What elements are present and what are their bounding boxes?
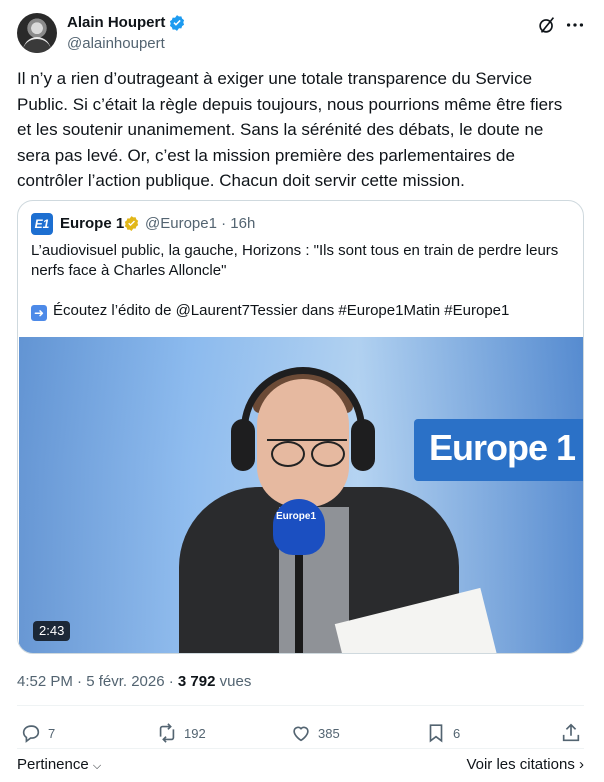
sort-label: Pertinence (17, 756, 89, 773)
chevron-right-icon: › (579, 756, 584, 773)
views-label: vues (215, 673, 252, 690)
reply-count: 7 (48, 725, 56, 741)
tweet-line: contrôler l’action publique. Chacun doit… (17, 171, 465, 190)
heart-icon (293, 726, 309, 742)
tweet-timestamp[interactable]: 4:52 PM · 5 févr. 2026 · 3 792 vues (17, 673, 251, 690)
quoted-tweet[interactable]: E1 Europe 1 @Europe1 · 16h L’audiovisuel… (17, 200, 584, 654)
tweet-line: Public. Si c’était la règle depuis toujo… (17, 94, 563, 114)
headphones-left (231, 419, 255, 471)
repost-icon (159, 723, 175, 743)
author-avatar[interactable] (17, 13, 57, 53)
quoted-line: nerfs face à Charles Alloncle" (31, 262, 227, 279)
bookmark-button[interactable]: 6 (425, 722, 460, 744)
headphones-right (351, 419, 375, 471)
author-name[interactable]: Alain Houpert (67, 14, 165, 31)
timestamp-date[interactable]: 4:52 PM · 5 févr. 2026 · (17, 673, 178, 690)
author-handle[interactable]: @alainhoupert (67, 35, 165, 52)
gold-verified-badge-icon (124, 216, 139, 231)
grok-icon[interactable] (536, 14, 558, 36)
like-count: 385 (318, 725, 340, 741)
citations-label: Voir les citations (466, 756, 575, 773)
presenter-glasses (267, 439, 347, 467)
video-duration: 2:43 (33, 621, 71, 641)
sort-relevance-dropdown[interactable]: Pertinence ⌵ (17, 756, 101, 773)
more-options-icon[interactable] (564, 14, 586, 36)
verified-badge-icon (169, 15, 185, 31)
divider (17, 748, 584, 749)
quoted-handle-time: @Europe1 · 16h (145, 215, 256, 232)
share-button[interactable] (560, 722, 588, 744)
reply-icon (22, 725, 40, 743)
reply-button[interactable]: 7 (20, 722, 55, 744)
bookmark-icon (429, 724, 443, 743)
view-quotes-link[interactable]: Voir les citations › (466, 756, 584, 773)
tweet-text: Il n’y a rien d’outrageant à exiger une … (17, 66, 587, 194)
microphone-label: Europe1 (276, 511, 317, 522)
tweet-line: sera pas levé. Or, c’est la mission prem… (17, 145, 515, 165)
repost-button[interactable]: 192 (156, 722, 206, 744)
quoted-link-text: Écoutez l’édito de @Laurent7Tessier dans… (53, 302, 510, 319)
like-button[interactable]: 385 (290, 722, 340, 744)
video-player[interactable]: Europe 1 Europe1 2:43 (19, 337, 583, 653)
views-count: 3 792 (177, 673, 216, 690)
quoted-line: L’audiovisuel public, la gauche, Horizon… (31, 242, 559, 259)
europe1-sign-text: Europe 1 (429, 427, 576, 468)
tweet-line: Il n’y a rien d’outrageant à exiger une … (17, 69, 533, 88)
divider (17, 705, 584, 706)
microphone-stand (295, 553, 303, 653)
arrow-right-icon: ➜ (31, 305, 47, 321)
share-icon (562, 723, 580, 742)
repost-count: 192 (184, 725, 206, 741)
quoted-text: L’audiovisuel public, la gauche, Horizon… (31, 241, 558, 321)
quoted-link-line: ➜ Écoutez l’édito de @Laurent7Tessier dan… (31, 301, 558, 321)
quoted-spacer (31, 281, 558, 301)
europe1-logo: E1 (31, 213, 53, 235)
quoted-author-name: Europe 1 (60, 215, 125, 232)
tweet-line: et les soutenir unanimement. Sans la sér… (17, 120, 544, 139)
microphone (273, 499, 325, 555)
bookmark-count: 6 (453, 725, 461, 741)
chevron-down-icon: ⌵ (92, 760, 102, 772)
